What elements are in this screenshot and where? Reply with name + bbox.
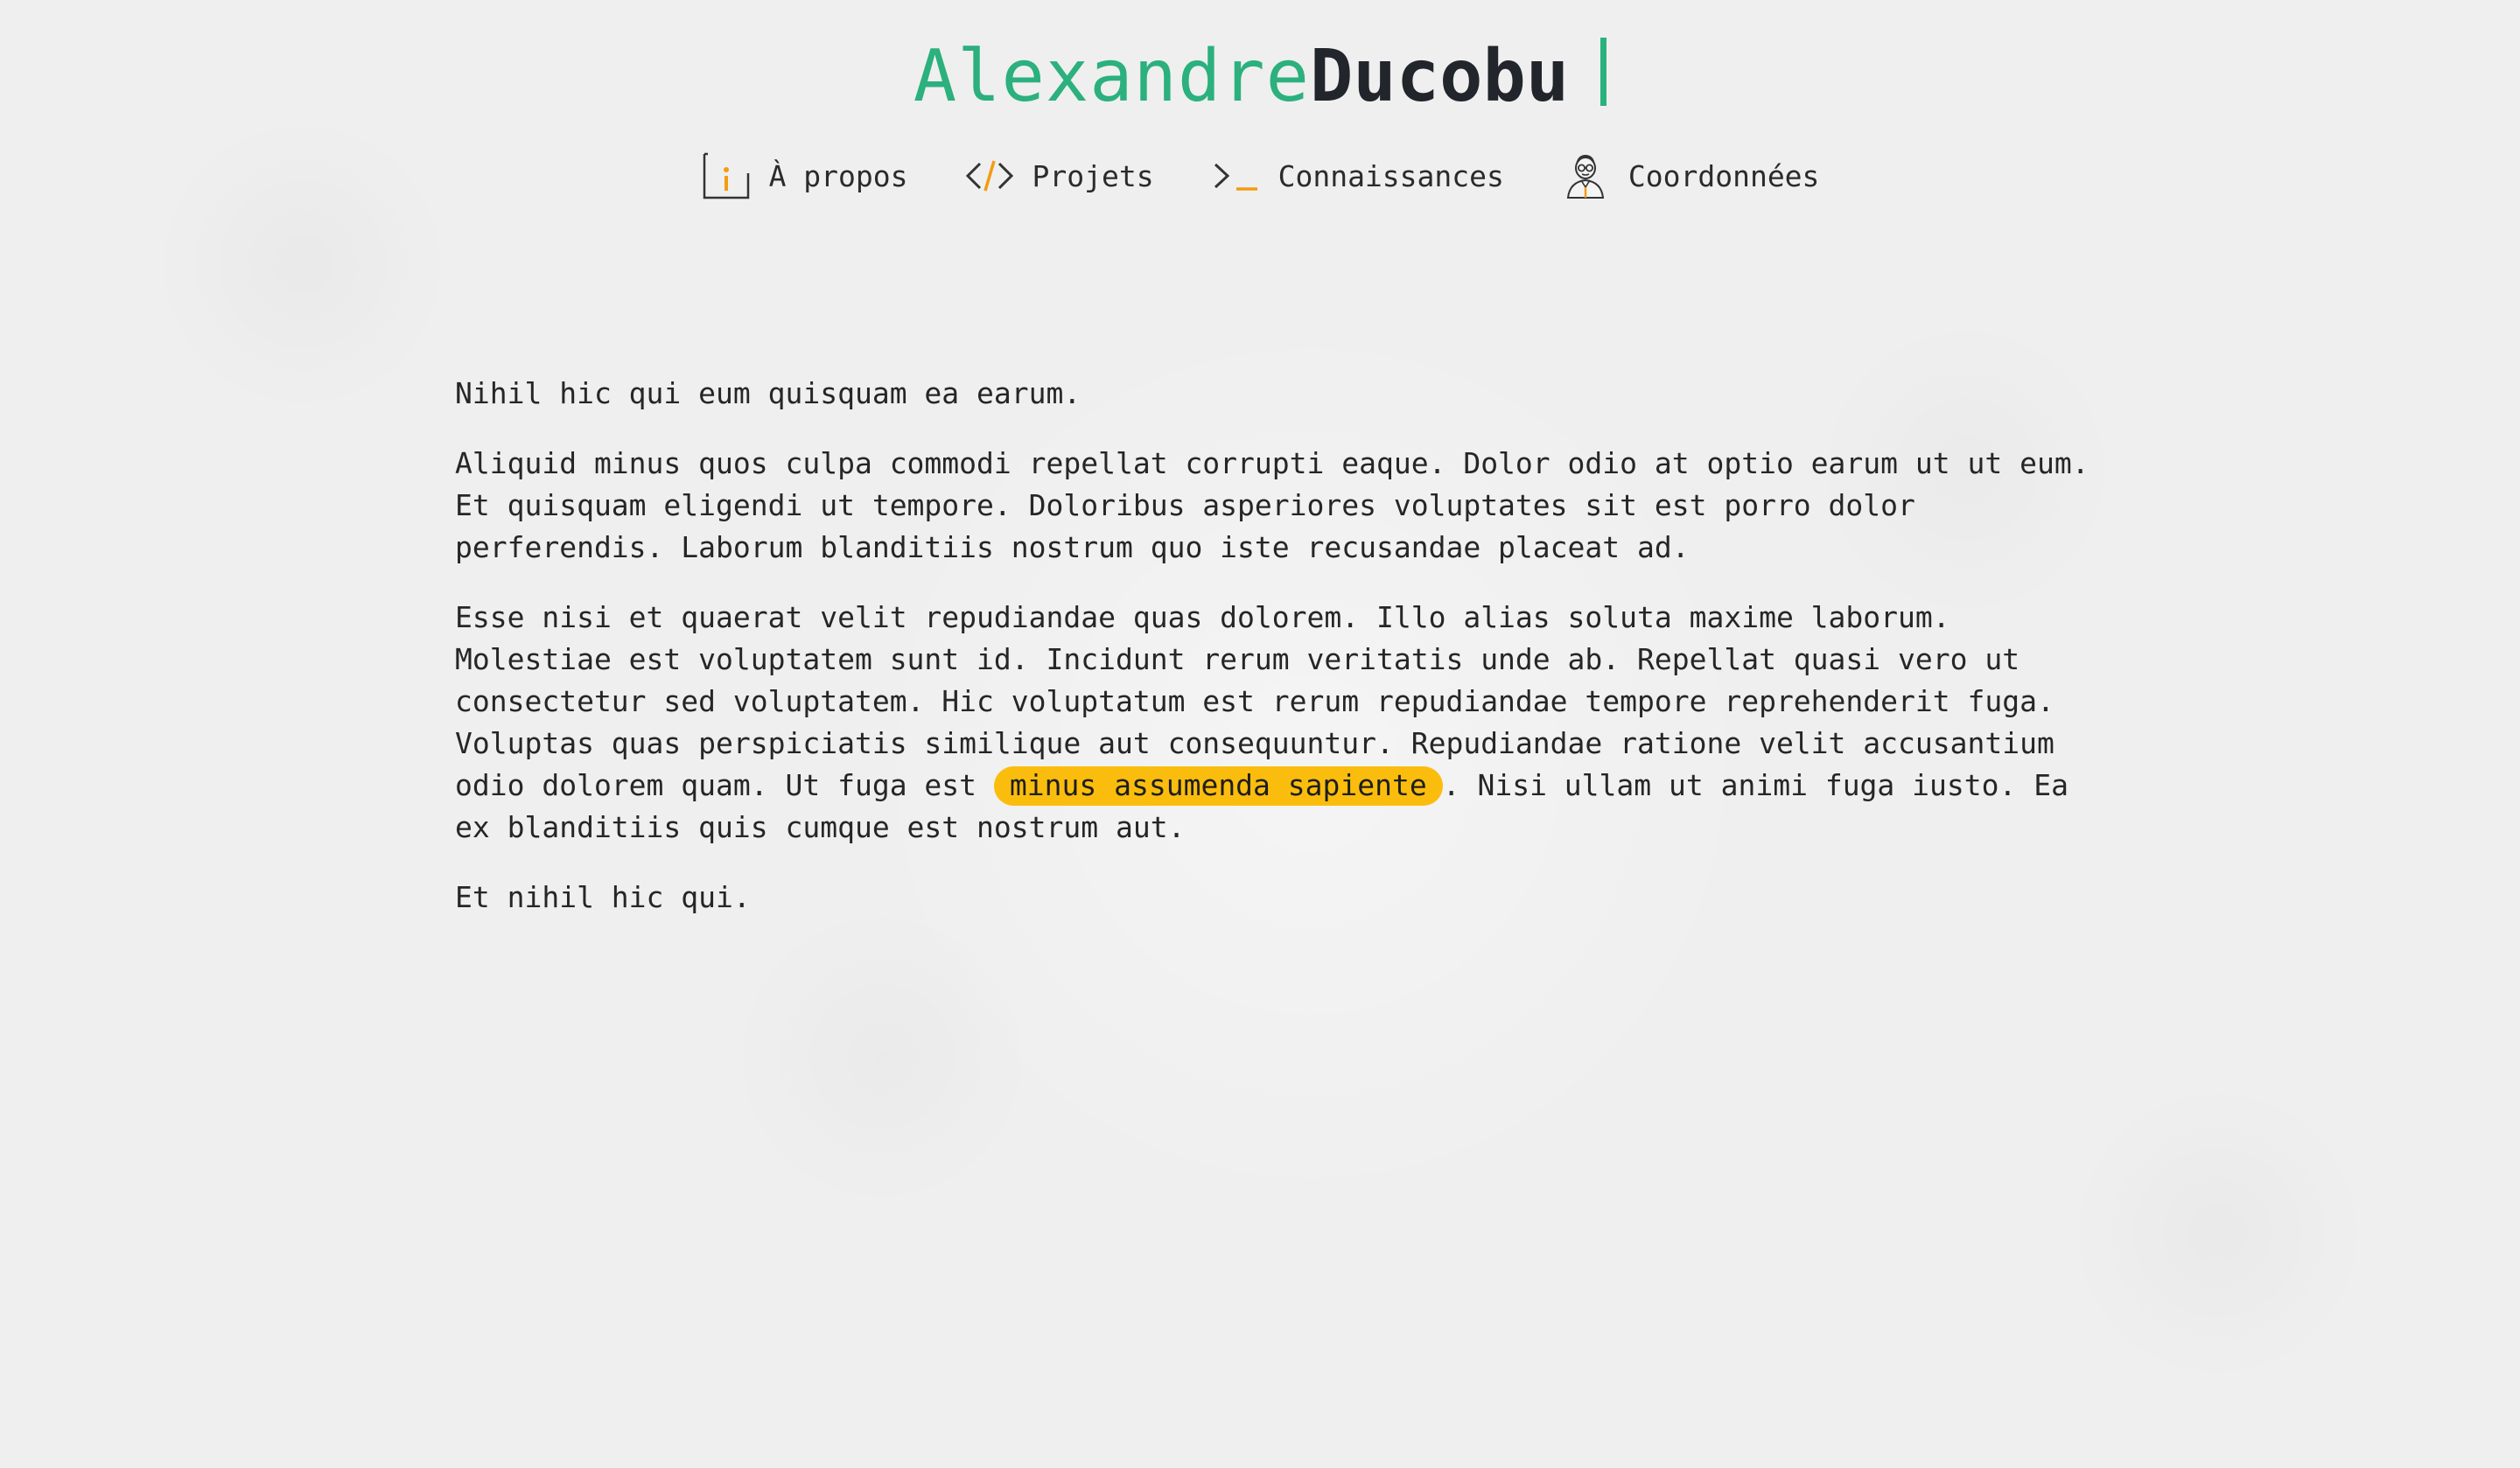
paragraph-2: Aliquid minus quos culpa commodi repella… <box>455 446 2090 564</box>
nav-item-about[interactable]: À propos <box>701 150 908 201</box>
nav-label-contact: Coordonnées <box>1628 158 1820 193</box>
main-navigation: À propos Projets Connaissances Coordonné… <box>0 150 2520 201</box>
nav-label-about: À propos <box>768 158 908 193</box>
nav-label-projects: Projets <box>1032 158 1154 193</box>
paragraph-4: Et nihil hic qui. <box>455 880 751 914</box>
info-icon <box>701 150 752 201</box>
nav-item-projects[interactable]: Projets <box>964 150 1154 201</box>
main-content: Nihil hic qui eum quisquam ea earum. Ali… <box>455 373 2100 947</box>
nav-label-skills: Connaissances <box>1278 158 1504 193</box>
paragraph-3: Esse nisi et quaerat velit repudiandae q… <box>455 597 2100 849</box>
logo-last-name: Ducobu <box>1310 35 1570 118</box>
code-icon <box>964 150 1015 201</box>
terminal-icon <box>1210 150 1261 201</box>
highlighted-text: minus assumenda sapiente <box>993 766 1443 806</box>
logo-cursor <box>1600 38 1607 106</box>
nav-item-skills[interactable]: Connaissances <box>1210 150 1504 201</box>
logo-first-name: Alexandre <box>913 35 1311 118</box>
person-avatar-icon <box>1560 150 1611 201</box>
nav-item-contact[interactable]: Coordonnées <box>1560 150 1820 201</box>
paragraph-1: Nihil hic qui eum quisquam ea earum. <box>455 376 1082 410</box>
site-logo[interactable]: AlexandreDucobu <box>0 33 2520 121</box>
